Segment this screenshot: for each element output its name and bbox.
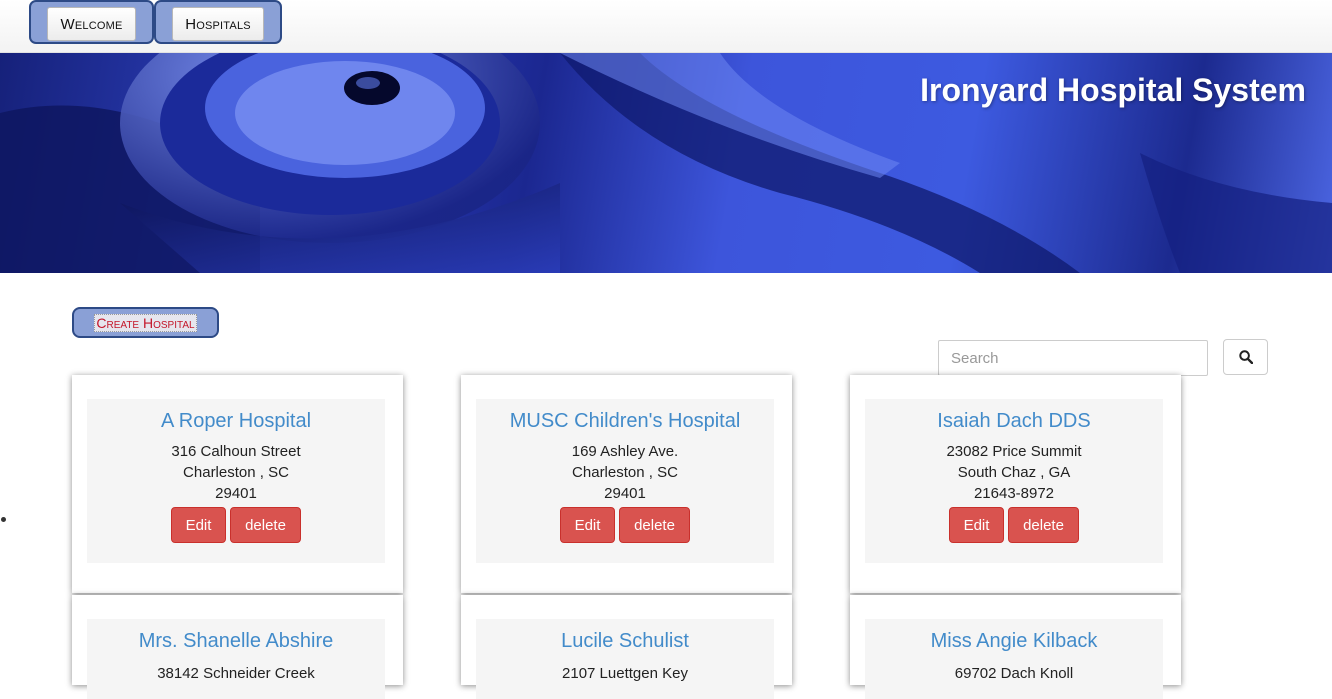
search-button[interactable]: [1223, 339, 1268, 375]
delete-button[interactable]: delete: [1008, 507, 1079, 543]
create-hospital-container: Create Hospital: [72, 307, 219, 338]
nav-tab-welcome: Welcome: [29, 0, 154, 44]
hospital-city-state: Charleston , SC: [183, 464, 289, 481]
create-hospital-link[interactable]: Create Hospital: [94, 313, 197, 332]
hospital-street: 69702 Dach Knoll: [954, 665, 1074, 682]
hospital-card: Isaiah Dach DDS 23082 Price Summit South…: [850, 375, 1181, 593]
list-bullet: [1, 517, 6, 522]
hero-banner: Ironyard Hospital System: [0, 53, 1332, 273]
hospital-name[interactable]: MUSC Children's Hospital: [476, 399, 774, 433]
search-input[interactable]: [938, 340, 1208, 376]
hospital-name[interactable]: Isaiah Dach DDS: [865, 399, 1163, 433]
hospital-name[interactable]: Lucile Schulist: [476, 619, 774, 653]
hospital-zip: 21643-8972: [973, 485, 1055, 502]
delete-button[interactable]: delete: [230, 507, 301, 543]
hospital-card-body: Lucile Schulist 2107 Luettgen Key: [476, 619, 774, 699]
hospital-zip: 29401: [604, 485, 646, 502]
hospital-city-state: Charleston , SC: [572, 464, 678, 481]
page-title: Ironyard Hospital System: [920, 72, 1306, 108]
hospital-card-body: MUSC Children's Hospital 169 Ashley Ave.…: [476, 399, 774, 563]
hospital-street: 316 Calhoun Street: [171, 443, 301, 460]
edit-button[interactable]: Edit: [949, 507, 1004, 543]
hospital-city-state: South Chaz , GA: [957, 464, 1071, 481]
nav-tab-hospitals: Hospitals: [154, 0, 282, 44]
hospital-street: 38142 Schneider Creek: [157, 665, 315, 682]
edit-button[interactable]: Edit: [171, 507, 226, 543]
hospital-street: 2107 Luettgen Key: [562, 665, 688, 682]
hospital-card: A Roper Hospital 316 Calhoun Street Char…: [72, 375, 403, 593]
hospital-card: Lucile Schulist 2107 Luettgen Key: [461, 595, 792, 699]
search-icon: [1238, 350, 1253, 364]
edit-button[interactable]: Edit: [560, 507, 615, 543]
hospital-card-body: Isaiah Dach DDS 23082 Price Summit South…: [865, 399, 1163, 563]
hospital-card: Miss Angie Kilback 69702 Dach Knoll: [850, 595, 1181, 699]
hospital-card: Mrs. Shanelle Abshire 38142 Schneider Cr…: [72, 595, 403, 699]
welcome-button[interactable]: Welcome: [47, 7, 136, 41]
top-nav: Welcome Hospitals: [0, 0, 1332, 53]
hospital-card-body: A Roper Hospital 316 Calhoun Street Char…: [87, 399, 385, 563]
hospital-card-body: Mrs. Shanelle Abshire 38142 Schneider Cr…: [87, 619, 385, 699]
hospital-card: MUSC Children's Hospital 169 Ashley Ave.…: [461, 375, 792, 593]
hospital-street: 169 Ashley Ave.: [571, 443, 679, 460]
hospital-name[interactable]: Miss Angie Kilback: [865, 619, 1163, 653]
hospital-zip: 29401: [215, 485, 257, 502]
hospital-street: 23082 Price Summit: [946, 443, 1082, 460]
hospitals-button[interactable]: Hospitals: [172, 7, 264, 41]
hospital-name[interactable]: Mrs. Shanelle Abshire: [87, 619, 385, 653]
hospital-name[interactable]: A Roper Hospital: [87, 399, 385, 433]
hospital-card-body: Miss Angie Kilback 69702 Dach Knoll: [865, 619, 1163, 699]
delete-button[interactable]: delete: [619, 507, 690, 543]
